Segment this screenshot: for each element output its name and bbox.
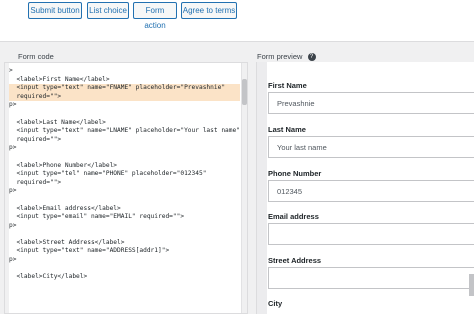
code-line: <input type="text" name="FNAME" placehol… [9, 84, 240, 93]
code-line: <input type="email" name="EMAIL" require… [9, 213, 185, 221]
form-tag-toolbar: Submit button List choice Form action Ag… [0, 0, 474, 42]
code-line: required=""> [9, 135, 62, 143]
street-address-label: Street Address [268, 256, 322, 265]
code-line: <input type="text" name="ADDRESS[addr1]"… [9, 247, 170, 255]
form-preview-title: Form preview [257, 52, 303, 61]
help-icon[interactable]: ? [307, 53, 316, 62]
first-name-input[interactable] [268, 92, 474, 114]
code-line: p> [9, 256, 17, 264]
code-line: <label>Street Address</label> [9, 238, 125, 246]
code-line: <label>City</label> [9, 273, 88, 281]
street-address-input[interactable] [268, 267, 474, 289]
phone-number-input[interactable] [268, 180, 474, 202]
city-label: City [268, 299, 283, 308]
editor-scrollbar-thumb[interactable] [242, 79, 247, 105]
email-address-label: Email address [268, 212, 319, 221]
code-line: p> [9, 221, 17, 229]
code-line: <input type="tel" name="PHONE" placehold… [9, 170, 207, 178]
list-choice-tag[interactable]: List choice [87, 2, 129, 19]
agree-to-terms-tag[interactable]: Agree to terms [181, 2, 237, 19]
form-preview-heading: Form preview ? [257, 52, 316, 62]
code-line: > [9, 67, 13, 74]
first-name-label: First Name [268, 81, 307, 90]
code-line: <label>Phone Number</label> [9, 161, 118, 169]
submit-button-tag[interactable]: Submit button [28, 2, 82, 19]
form-preview-panel: First Name Last Name Phone Number Email … [256, 62, 474, 314]
email-address-input[interactable] [268, 223, 474, 245]
code-line: required=""> [9, 92, 240, 102]
code-line: <label>First Name</label> [9, 75, 110, 83]
form-code-editor[interactable]: > <label>First Name</label> <input type=… [4, 62, 248, 314]
code-line: <label>Email address</label> [9, 204, 121, 212]
phone-number-label: Phone Number [268, 169, 322, 178]
form-code-heading: Form code [18, 52, 54, 61]
code-line: p> [9, 101, 17, 109]
code-line: required=""> [9, 178, 62, 186]
code-line: <input type="text" name="LNAME" placehol… [9, 127, 240, 135]
code-line: <label>Last Name</label> [9, 118, 106, 126]
code-line: p> [9, 187, 17, 195]
preview-gutter [257, 62, 267, 314]
preview-scrollbar[interactable] [469, 274, 474, 296]
code-line: p> [9, 144, 17, 152]
last-name-label: Last Name [268, 125, 306, 134]
code-content[interactable]: > <label>First Name</label> <input type=… [9, 67, 240, 282]
form-action-tag[interactable]: Form action [133, 2, 177, 30]
last-name-input[interactable] [268, 136, 474, 158]
